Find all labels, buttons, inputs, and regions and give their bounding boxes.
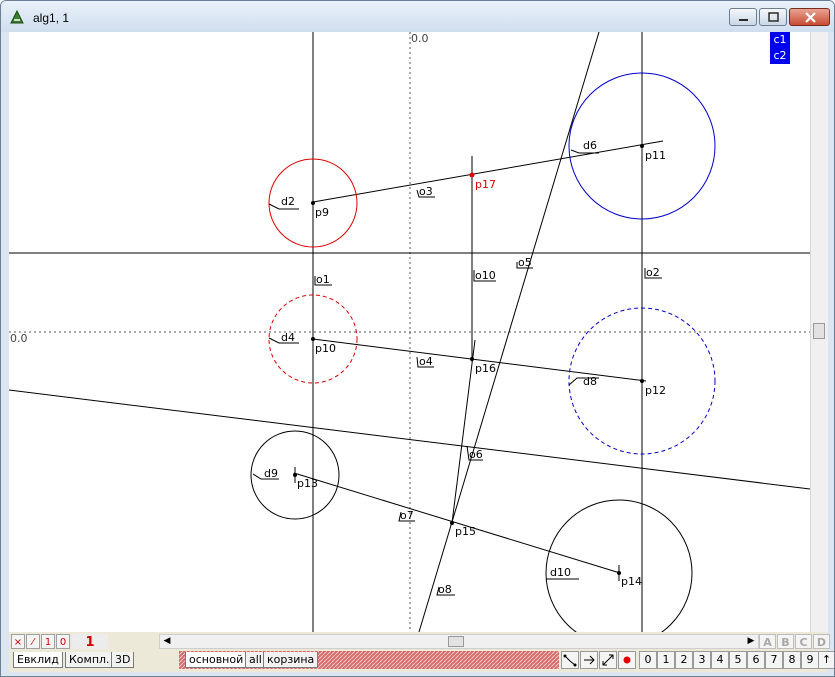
resize-icon: [602, 654, 614, 666]
number-button-0[interactable]: 0: [639, 651, 657, 669]
legend-item-c1[interactable]: c1: [770, 32, 790, 48]
letter-button-d[interactable]: D: [813, 634, 830, 649]
number-button-5[interactable]: 5: [729, 651, 747, 669]
segment-o3[interactable]: [312, 140, 664, 203]
number-button-3[interactable]: 3: [693, 651, 711, 669]
scroll-left-arrow-icon[interactable]: ◀: [160, 635, 174, 648]
label-d4: d4: [281, 331, 295, 344]
connect-tool-button[interactable]: [561, 651, 579, 669]
label-p12: p12: [645, 384, 666, 397]
number-button-7[interactable]: 7: [765, 651, 783, 669]
label-p16: p16: [475, 362, 496, 375]
letter-button-c[interactable]: C: [795, 634, 812, 649]
main-window: alg1, 1 0.0 0.0 d2 p9 d4 p10 d6 p11 d8 p…: [0, 0, 835, 677]
counter-value: 1: [72, 634, 108, 650]
vertical-scrollbar[interactable]: [810, 32, 828, 632]
label-o5: o5: [518, 256, 532, 269]
point-p10[interactable]: [311, 337, 315, 341]
vertical-scroll-thumb[interactable]: [813, 323, 825, 339]
drawing-canvas[interactable]: 0.0 0.0 d2 p9 d4 p10 d6 p11 d8 p12 d9 p1…: [9, 32, 810, 632]
line-p16-p15[interactable]: [451, 339, 476, 524]
label-o2: o2: [646, 266, 660, 279]
up-arrow-button[interactable]: ↑: [818, 651, 834, 669]
delete-button[interactable]: ×: [11, 634, 25, 649]
label-o3: o3: [419, 185, 433, 198]
point-p9[interactable]: [311, 201, 315, 205]
number-button-2[interactable]: 2: [675, 651, 693, 669]
label-p13: p13: [297, 477, 318, 490]
number-button-9[interactable]: 9: [801, 651, 819, 669]
resize-tool-button[interactable]: [599, 651, 617, 669]
axis-label-top: 0.0: [411, 32, 429, 45]
number-button-6[interactable]: 6: [747, 651, 765, 669]
point-tool-button[interactable]: [618, 651, 636, 669]
label-p9: p9: [315, 206, 329, 219]
number-button-1[interactable]: 1: [657, 651, 675, 669]
window-title: alg1, 1: [33, 11, 70, 25]
horizontal-scrollbar[interactable]: ◀ ▶: [159, 634, 759, 649]
arrow-right-button[interactable]: [580, 651, 598, 669]
label-o6: o6: [469, 448, 483, 461]
close-icon: [805, 12, 816, 23]
tab-osnovnoy[interactable]: основной: [185, 652, 248, 668]
segment-o7[interactable]: [293, 472, 621, 574]
label-d10: d10: [550, 566, 571, 579]
point-p16[interactable]: [470, 357, 474, 361]
horizontal-scroll-thumb[interactable]: [448, 636, 464, 647]
tab-evklid[interactable]: Евклид: [13, 652, 63, 668]
axis-label-left: 0.0: [10, 332, 28, 345]
label-p14: p14: [621, 575, 642, 588]
label-p11: p11: [645, 149, 666, 162]
point-p12[interactable]: [640, 379, 644, 383]
label-p15: p15: [455, 525, 476, 538]
label-p17: p17: [475, 178, 496, 191]
label-o4: o4: [419, 355, 433, 368]
tab-kompl[interactable]: Компл.: [65, 652, 114, 668]
line-tool-button[interactable]: ⁄: [26, 634, 40, 649]
point-p11[interactable]: [640, 144, 644, 148]
title-bar[interactable]: alg1, 1: [1, 1, 834, 32]
label-o8: o8: [438, 583, 452, 596]
point-p15[interactable]: [450, 521, 454, 525]
arrow-right-icon: [584, 655, 595, 665]
label-o7: o7: [400, 509, 414, 522]
tab-3d[interactable]: 3D: [111, 652, 135, 668]
close-button[interactable]: [789, 8, 830, 26]
number-button-4[interactable]: 4: [711, 651, 729, 669]
legend-item-c2[interactable]: c2: [770, 48, 790, 64]
restore-icon: [768, 12, 779, 22]
connect-icon: [563, 654, 577, 667]
label-d8: d8: [583, 375, 597, 388]
app-icon: [10, 9, 24, 24]
label-d9: d9: [264, 467, 278, 480]
label-o1: o1: [316, 273, 330, 286]
label-o10: o10: [475, 269, 496, 282]
scroll-right-arrow-icon[interactable]: ▶: [744, 635, 758, 648]
minimize-icon: [739, 19, 748, 21]
maximize-button[interactable]: [759, 8, 787, 26]
letter-button-b[interactable]: B: [777, 634, 794, 649]
zero-button[interactable]: 0: [56, 634, 70, 649]
label-d2: d2: [281, 195, 295, 208]
geometry-drawing[interactable]: 0.0 0.0 d2 p9 d4 p10 d6 p11 d8 p12 d9 p1…: [9, 32, 810, 632]
minimize-button[interactable]: [729, 8, 757, 26]
tab-korzina[interactable]: корзина: [263, 652, 319, 668]
letter-button-a[interactable]: A: [759, 634, 776, 649]
point-p17[interactable]: [469, 172, 475, 178]
number-button-8[interactable]: 8: [783, 651, 801, 669]
red-dot-icon: [623, 656, 631, 664]
label-p10: p10: [315, 342, 336, 355]
bottom-panel: × ⁄ 1 0 1 ◀ ▶ A B C D Евклид Компл. 3D о…: [9, 632, 834, 672]
one-button[interactable]: 1: [41, 634, 55, 649]
line-o6[interactable]: [9, 389, 810, 490]
label-d6: d6: [583, 139, 597, 152]
legend-box: c1 c2: [770, 32, 790, 64]
